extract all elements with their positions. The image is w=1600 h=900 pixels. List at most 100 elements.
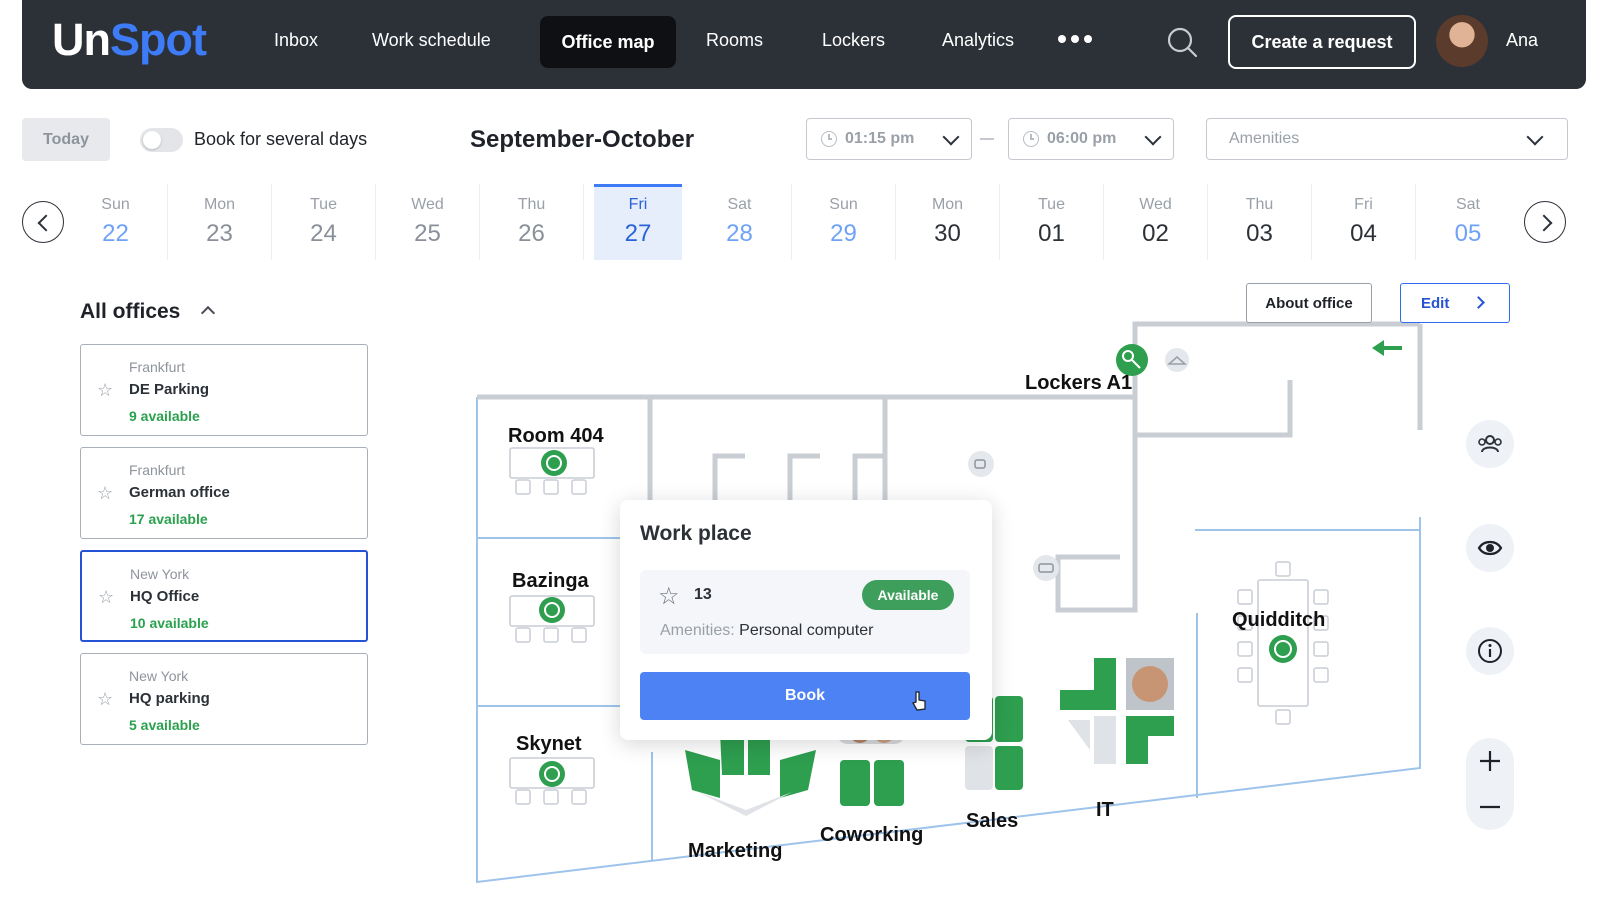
day-cell[interactable]: Tue 24 bbox=[272, 184, 376, 260]
day-number: 04 bbox=[1350, 220, 1377, 247]
ellipsis-icon[interactable] bbox=[1058, 35, 1092, 43]
zone-label-coworking[interactable]: Coworking bbox=[820, 824, 923, 847]
several-days-toggle[interactable] bbox=[140, 128, 183, 152]
day-cell[interactable]: Mon 30 bbox=[896, 184, 1000, 260]
today-button[interactable]: Today bbox=[22, 118, 110, 161]
office-card[interactable]: ☆ Frankfurt German office 17 available bbox=[80, 447, 368, 539]
day-number: 28 bbox=[726, 220, 753, 247]
day-of-week: Mon bbox=[203, 196, 236, 213]
zone-label-sales[interactable]: Sales bbox=[966, 810, 1018, 833]
day-cell[interactable]: Sun 29 bbox=[792, 184, 896, 260]
star-icon[interactable]: ☆ bbox=[98, 587, 114, 608]
amenities-line: Amenities: Personal computer bbox=[660, 622, 873, 640]
office-card[interactable]: ☆ New York HQ parking 5 available bbox=[80, 653, 368, 745]
chevron-right-icon bbox=[1472, 296, 1485, 309]
office-card[interactable]: ☆ Frankfurt DE Parking 9 available bbox=[80, 344, 368, 436]
popup-title: Work place bbox=[640, 522, 752, 545]
day-cell[interactable]: Sat 05 bbox=[1416, 184, 1520, 260]
day-cell[interactable]: Wed 02 bbox=[1104, 184, 1208, 260]
day-of-week: Sat bbox=[1455, 196, 1480, 213]
plus-icon[interactable] bbox=[1466, 738, 1514, 784]
nav-office-map[interactable]: Office map bbox=[540, 16, 676, 68]
top-navigation-bar: UnSpot Inbox Work schedule Office map Ro… bbox=[22, 0, 1586, 89]
day-of-week: Sat bbox=[727, 196, 752, 213]
create-request-button[interactable]: Create a request bbox=[1228, 15, 1416, 69]
time-from-value: 01:15 pm bbox=[845, 130, 915, 147]
people-icon[interactable] bbox=[1466, 420, 1514, 468]
it-desks bbox=[1060, 658, 1174, 764]
office-card-selected[interactable]: ☆ New York HQ Office 10 available bbox=[80, 550, 368, 642]
chevron-down-icon bbox=[1526, 128, 1544, 146]
office-name: HQ Office bbox=[130, 588, 200, 605]
status-badge: Available bbox=[862, 580, 954, 610]
user-name[interactable]: Ana bbox=[1506, 30, 1538, 51]
office-name: DE Parking bbox=[129, 381, 210, 398]
eye-icon[interactable] bbox=[1466, 524, 1514, 572]
day-of-week: Fri bbox=[628, 196, 648, 213]
day-cell[interactable]: Thu 03 bbox=[1208, 184, 1312, 260]
edit-button-label: Edit bbox=[1421, 294, 1450, 312]
day-of-week: Mon bbox=[931, 196, 964, 213]
skynet-table bbox=[509, 757, 595, 805]
office-name: HQ parking bbox=[129, 690, 210, 707]
day-cell[interactable]: Sun 22 bbox=[64, 184, 168, 260]
zone-label-marketing[interactable]: Marketing bbox=[688, 840, 782, 863]
day-cell-selected[interactable]: Fri 27 bbox=[594, 184, 682, 260]
clock-icon bbox=[821, 131, 837, 147]
day-number: 25 bbox=[414, 220, 441, 247]
day-number: 29 bbox=[830, 220, 857, 247]
day-cell[interactable]: Sat 28 bbox=[688, 184, 792, 260]
day-cell[interactable]: Tue 01 bbox=[1000, 184, 1104, 260]
quidditch-table bbox=[1237, 561, 1329, 725]
chevron-down-icon bbox=[1144, 128, 1162, 146]
user-avatar[interactable] bbox=[1436, 15, 1488, 67]
chevron-up-icon[interactable] bbox=[200, 305, 216, 321]
nav-analytics[interactable]: Analytics bbox=[942, 30, 1014, 51]
offices-title: All offices bbox=[80, 300, 181, 323]
clock-icon bbox=[1023, 131, 1039, 147]
time-to-value: 06:00 pm bbox=[1047, 130, 1117, 147]
search-icon[interactable] bbox=[1166, 26, 1200, 60]
nav-lockers[interactable]: Lockers bbox=[822, 30, 885, 51]
nav-work-schedule[interactable]: Work schedule bbox=[372, 30, 491, 51]
amenities-select[interactable]: Amenities bbox=[1206, 118, 1568, 160]
day-of-week: Sun bbox=[829, 196, 858, 213]
unspot-logo[interactable]: UnSpot bbox=[52, 14, 207, 66]
amenities-value: Personal computer bbox=[739, 622, 874, 639]
day-of-week: Sun bbox=[101, 196, 130, 213]
room-label-room-404[interactable]: Room 404 bbox=[508, 425, 604, 448]
day-cell[interactable]: Thu 26 bbox=[480, 184, 584, 260]
room-label-skynet[interactable]: Skynet bbox=[516, 733, 582, 756]
star-icon[interactable]: ☆ bbox=[97, 380, 113, 401]
star-icon[interactable]: ☆ bbox=[97, 689, 113, 710]
time-to-select[interactable]: 06:00 pm bbox=[1008, 118, 1174, 160]
chevron-down-icon bbox=[942, 128, 960, 146]
day-number: 05 bbox=[1454, 220, 1482, 247]
star-icon[interactable]: ☆ bbox=[97, 483, 113, 504]
prev-days-button[interactable] bbox=[22, 201, 64, 243]
edit-button[interactable]: Edit bbox=[1400, 283, 1510, 323]
day-number: 30 bbox=[934, 220, 961, 247]
day-of-week: Tue bbox=[1038, 196, 1065, 213]
day-cell[interactable]: Wed 25 bbox=[376, 184, 480, 260]
room-label-lockers-a1[interactable]: Lockers A1 bbox=[1025, 372, 1132, 395]
day-number: 24 bbox=[310, 220, 337, 247]
nav-rooms[interactable]: Rooms bbox=[706, 30, 763, 51]
office-city: Frankfurt bbox=[129, 462, 186, 478]
star-icon[interactable]: ☆ bbox=[658, 582, 680, 611]
day-of-week: Fri bbox=[1354, 196, 1373, 213]
day-cell[interactable]: Fri 04 bbox=[1312, 184, 1416, 260]
next-days-button[interactable] bbox=[1524, 201, 1566, 243]
info-icon[interactable] bbox=[1466, 627, 1514, 675]
day-cell[interactable]: Mon 23 bbox=[168, 184, 272, 260]
nav-inbox[interactable]: Inbox bbox=[274, 30, 318, 51]
minus-icon[interactable] bbox=[1466, 784, 1514, 830]
day-of-week: Thu bbox=[517, 196, 546, 213]
about-office-button[interactable]: About office bbox=[1246, 283, 1372, 323]
zone-label-it[interactable]: IT bbox=[1096, 799, 1114, 822]
room-label-quidditch[interactable]: Quidditch bbox=[1232, 609, 1325, 632]
day-number: 26 bbox=[518, 220, 545, 247]
amenities-placeholder: Amenities bbox=[1229, 130, 1300, 147]
room-label-bazinga[interactable]: Bazinga bbox=[512, 570, 589, 593]
time-from-select[interactable]: 01:15 pm bbox=[806, 118, 972, 160]
